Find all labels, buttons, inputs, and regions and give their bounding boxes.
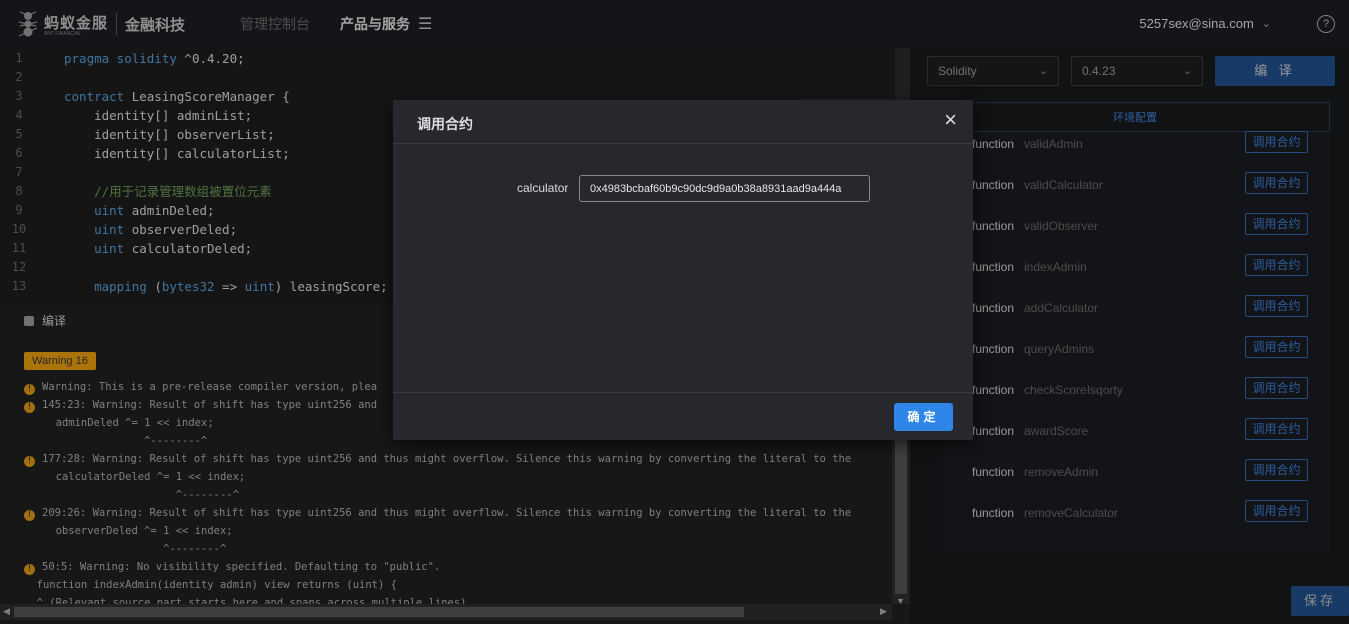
dialog-title: 调用合约: [417, 116, 473, 132]
dialog-header: 调用合约 ×: [393, 100, 973, 144]
calculator-label: calculator: [517, 181, 569, 195]
close-icon[interactable]: ×: [944, 109, 957, 131]
call-contract-dialog: 调用合约 × calculator 确定: [393, 100, 973, 440]
dialog-footer: [393, 392, 973, 440]
confirm-button[interactable]: 确定: [894, 403, 953, 431]
calculator-input[interactable]: [579, 175, 870, 202]
